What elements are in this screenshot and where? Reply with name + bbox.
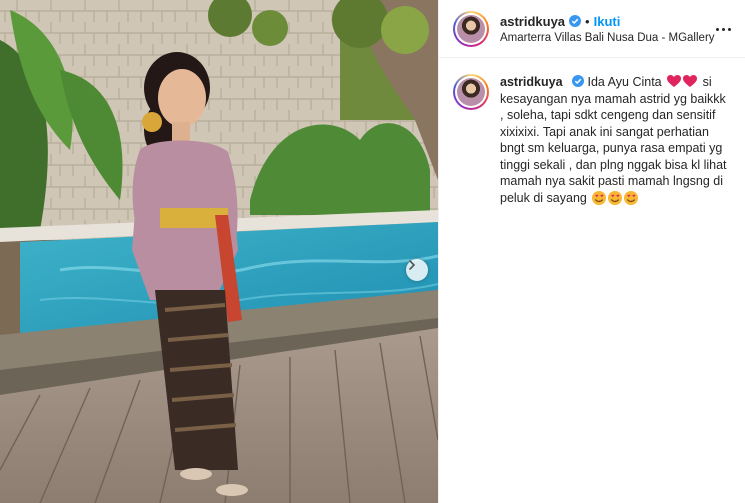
verified-badge-icon [569,15,582,27]
caption-part1: Ida Ayu Cinta [587,75,662,89]
caption-avatar[interactable] [453,74,489,110]
header-text: astridkuya • Ikuti Amarterra Villas Bali… [500,14,715,44]
chevron-right-icon [409,260,416,270]
heart-emojis [667,75,698,88]
post-photo[interactable] [0,0,438,503]
smile-emojis [592,190,639,205]
smiling-face-with-hearts-icon [624,190,639,205]
verified-badge-icon [572,75,585,87]
caption-comment: astridkuya Ida Ayu Cinta si kesayangan n… [439,58,745,206]
separator-dot: • [585,13,590,29]
location-link[interactable]: Amarterra Villas Bali Nusa Dua - MGaller… [500,32,715,44]
follow-button[interactable]: Ikuti [594,14,621,29]
next-photo-button[interactable] [406,259,428,281]
heart-icon [667,75,682,87]
more-options-icon[interactable] [713,19,733,39]
caption-username-link[interactable]: astridkuya [500,75,563,89]
smiling-face-with-hearts-icon [608,190,623,205]
caption-text: astridkuya Ida Ayu Cinta si kesayangan n… [500,74,732,206]
username-link[interactable]: astridkuya [500,14,565,29]
photo-scene [0,0,438,503]
avatar[interactable] [453,10,489,47]
post-sidebar: astridkuya • Ikuti Amarterra Villas Bali… [438,0,745,503]
post-header: astridkuya • Ikuti Amarterra Villas Bali… [439,0,745,58]
heart-icon [683,75,698,87]
caption-part2: si kesayangan nya mamah astrid yg baikkk… [500,75,727,205]
smiling-face-with-hearts-icon [592,190,607,205]
